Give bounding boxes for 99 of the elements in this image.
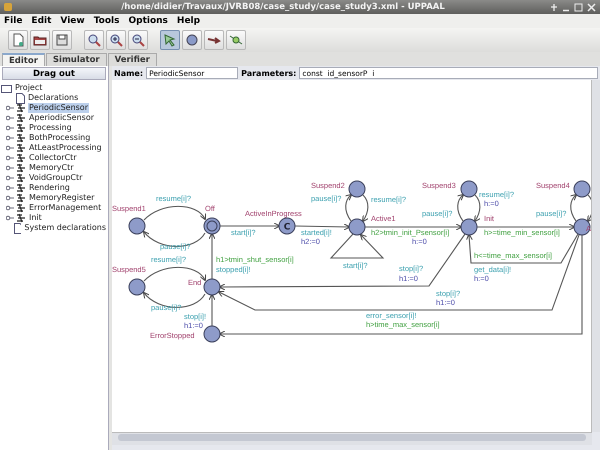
new-tool-button[interactable] (8, 30, 28, 50)
app-icon (4, 3, 12, 11)
tree-item[interactable]: BothProcessing (28, 133, 92, 143)
tree-item[interactable]: ErrorManagement (28, 203, 102, 213)
new-document-icon (11, 33, 25, 47)
magnifier-icon (87, 33, 101, 47)
template-icon (16, 113, 26, 123)
tree-item[interactable]: System declarations (23, 223, 107, 233)
name-label: Name: (114, 68, 144, 78)
zoom-tool-button[interactable] (84, 30, 104, 50)
template-icon (16, 143, 26, 153)
expand-handle-icon[interactable] (6, 185, 14, 191)
menu-item[interactable]: Edit (31, 16, 52, 26)
location-tool-button[interactable] (182, 30, 202, 50)
tree-item[interactable]: MemoryCtr (28, 163, 75, 173)
location-node[interactable]: C (278, 218, 296, 234)
zoom-in-icon (109, 33, 123, 47)
template-icon (16, 133, 26, 143)
expand-handle-icon[interactable] (6, 145, 14, 151)
location-node[interactable] (204, 326, 220, 342)
tab[interactable]: Simulator (46, 53, 107, 66)
transition-arrow (208, 294, 216, 326)
open-tool-button[interactable] (30, 30, 50, 50)
expand-handle-icon[interactable] (6, 125, 14, 131)
zoom-out-tool-button[interactable] (128, 30, 148, 50)
transition-arrow (456, 194, 464, 222)
expand-handle-icon[interactable] (6, 115, 14, 121)
pointer-arrow-icon (163, 33, 177, 47)
tree-item[interactable]: CollectorCtr (28, 153, 78, 163)
window-title: /home/didier/Travaux/JVRB08/case_study/case_study3.xml - UPPAAL (120, 2, 446, 12)
location-node[interactable] (574, 180, 590, 198)
select-tool-button[interactable] (160, 30, 180, 50)
save-tool-button[interactable] (52, 30, 72, 50)
location-node[interactable] (128, 218, 146, 234)
dot-on-line-icon (229, 33, 243, 47)
expand-handle-icon[interactable] (6, 215, 14, 221)
document-icon (14, 222, 22, 234)
menu-item[interactable]: Help (176, 16, 200, 26)
transition-arrow (295, 223, 350, 230)
circle-icon (185, 33, 199, 47)
pin-icon[interactable] (550, 2, 558, 12)
edge-tool-button[interactable] (204, 30, 224, 50)
tree-item[interactable]: Processing (28, 123, 73, 133)
template-icon (16, 203, 26, 213)
document-icon (16, 92, 25, 104)
close-icon[interactable] (587, 2, 596, 12)
drag-out-button[interactable]: Drag out (2, 67, 106, 80)
template-icon (16, 123, 26, 133)
tab[interactable]: Verifier (108, 53, 157, 66)
tree-item[interactable]: AperiodicSensor (28, 113, 95, 123)
tree-item[interactable]: Rendering (28, 183, 71, 193)
location-node[interactable] (574, 218, 590, 236)
expand-handle-icon[interactable] (6, 105, 14, 111)
transition-arrow (344, 194, 352, 222)
menu-item[interactable]: Tools (94, 16, 120, 26)
expand-handle-icon[interactable] (6, 205, 14, 211)
menu-item[interactable]: File (4, 16, 22, 26)
transition-arrow (586, 194, 591, 222)
location-node[interactable] (204, 278, 220, 296)
transition-arrow (220, 222, 280, 230)
expand-handle-icon[interactable] (6, 165, 14, 171)
nail-tool-button[interactable] (226, 30, 246, 50)
template-icon (16, 173, 26, 183)
transition-arrow (208, 232, 216, 279)
template-icon (16, 103, 26, 113)
location-node[interactable] (128, 278, 146, 296)
location-node[interactable] (348, 180, 366, 198)
tree-item[interactable]: Init (28, 213, 43, 223)
tree-item[interactable]: MemoryRegister (28, 193, 96, 203)
menu-item[interactable]: View (60, 16, 85, 26)
tree-item[interactable]: VoidGroupCtr (28, 173, 84, 183)
horizontal-scrollbar[interactable] (112, 432, 592, 445)
transition-arrow (144, 206, 206, 220)
transition-arrow (570, 194, 578, 222)
location-node[interactable] (204, 218, 220, 234)
expand-handle-icon[interactable] (6, 195, 14, 201)
expand-handle-icon[interactable] (6, 175, 14, 181)
template-icon (16, 153, 26, 163)
tree-item[interactable]: Declarations (27, 93, 80, 103)
zoom-out-icon (131, 33, 145, 47)
maximize-icon[interactable] (574, 2, 583, 12)
vertical-scrollbar[interactable] (591, 80, 600, 432)
tree-item[interactable]: Project (14, 83, 44, 93)
tab[interactable]: Editor (2, 53, 45, 66)
expand-handle-icon[interactable] (6, 135, 14, 141)
location-node[interactable] (460, 218, 478, 236)
zoom-in-tool-button[interactable] (106, 30, 126, 50)
template-icon (16, 183, 26, 193)
location-node[interactable] (348, 218, 366, 236)
template-icon (16, 193, 26, 203)
template-icon (16, 163, 26, 173)
expand-handle-icon[interactable] (6, 155, 14, 161)
menu-item[interactable]: Options (128, 16, 168, 26)
location-node[interactable] (460, 180, 478, 198)
transition-arrow (144, 266, 206, 282)
template-icon (16, 213, 26, 223)
tree-item[interactable]: PeriodicSensor (28, 103, 89, 113)
tree-item[interactable]: AtLeastProcessing (28, 143, 103, 153)
parameters-label: Parameters: (241, 68, 296, 78)
